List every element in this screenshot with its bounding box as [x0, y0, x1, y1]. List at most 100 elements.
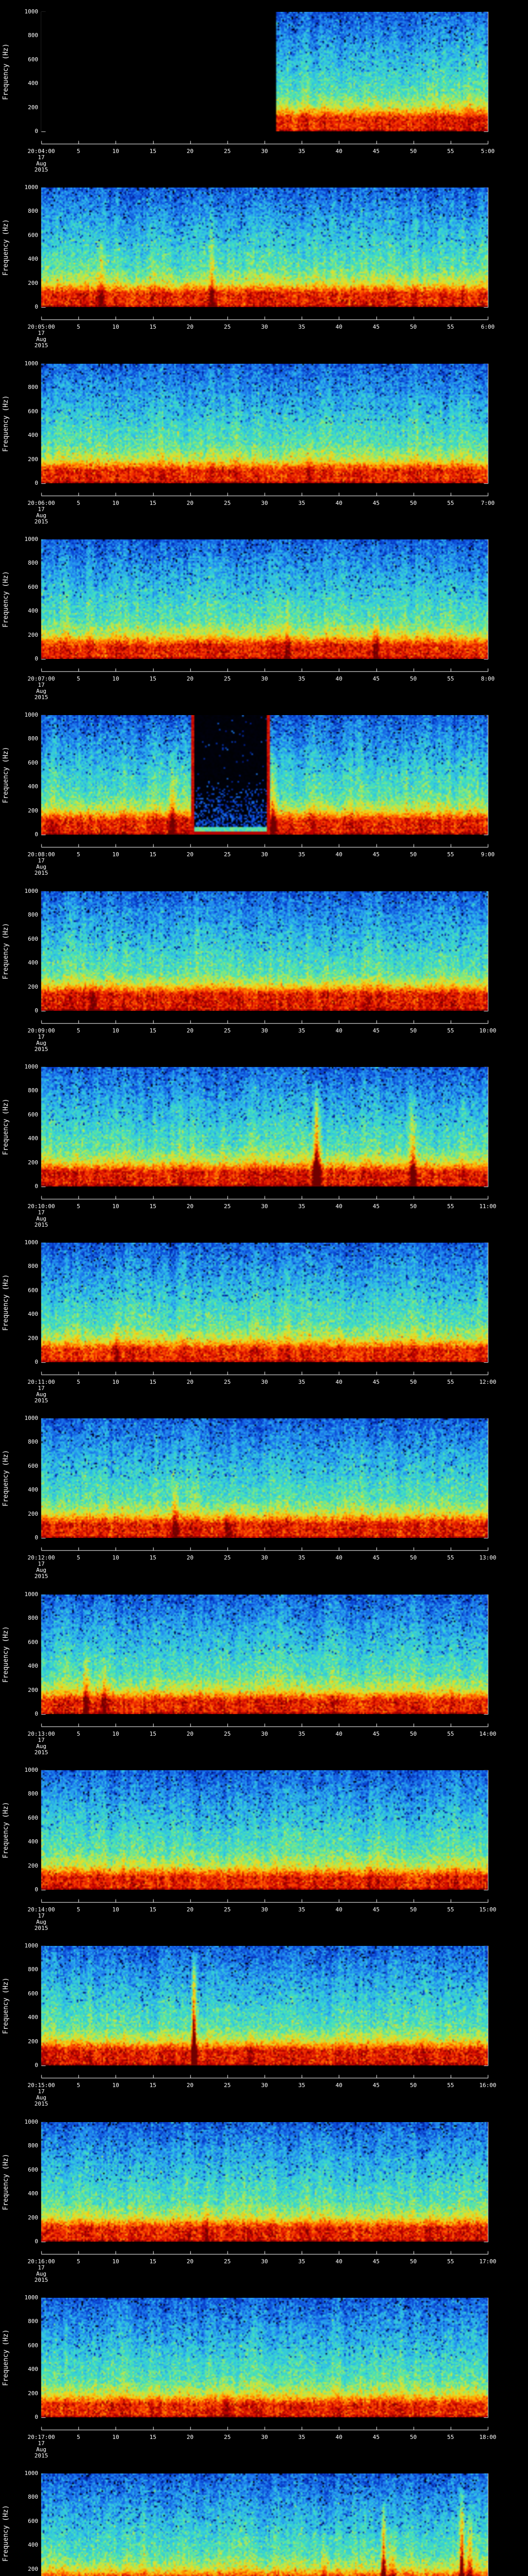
end-time-label: 18:00: [479, 2434, 497, 2441]
x-tick-label: 40: [335, 1906, 342, 1913]
end-time-label: 7:00: [481, 500, 495, 506]
y-tick-label: 600: [28, 1286, 38, 1294]
x-tick-label: 50: [410, 1906, 417, 1913]
spectrogram-panel: Frequency (Hz)10008006004002000510152025…: [0, 2462, 528, 2576]
x-tick-label: 10: [112, 1027, 119, 1034]
y-tick-label: 400: [28, 432, 38, 439]
x-tick-label: 55: [447, 1379, 454, 1385]
y-axis-label: Frequency (Hz): [2, 1977, 10, 2034]
y-axis-label: Frequency (Hz): [2, 1626, 10, 1683]
y-axis-label: Frequency (Hz): [2, 1802, 10, 1858]
x-tick-label: 55: [447, 675, 454, 682]
x-tick-label: 30: [261, 1379, 268, 1385]
x-tick-label: 35: [298, 851, 305, 858]
x-tick-label: 10: [112, 2082, 119, 2089]
y-tick-label: 1000: [24, 1942, 39, 1949]
x-tick-label: 20: [187, 500, 194, 506]
x-tick-label: 40: [335, 851, 342, 858]
date-label: 2015: [34, 1749, 48, 1756]
y-tick-label: 600: [28, 1111, 38, 1118]
x-tick-label: 25: [224, 1203, 231, 1210]
spectrogram-panel: Frequency (Hz)10008006004002000510152025…: [0, 1055, 528, 1231]
y-axis-label: Frequency (Hz): [2, 2154, 10, 2210]
spectrogram-canvas: [41, 715, 488, 835]
spectrogram-panel: Frequency (Hz)10008006004002000510152025…: [0, 352, 528, 528]
x-tick-label: 45: [372, 1906, 380, 1913]
x-tick-label: 50: [410, 1554, 417, 1561]
y-tick-label: 200: [28, 1510, 38, 1517]
x-tick-label: 45: [372, 2258, 380, 2265]
x-tick-label: 30: [261, 2258, 268, 2265]
spectrogram-panel: Frequency (Hz)10008006004002000510152025…: [0, 1934, 528, 2110]
x-tick-label: 35: [298, 2082, 305, 2089]
y-tick-label: 0: [35, 655, 38, 662]
x-tick-label: 35: [298, 1203, 305, 1210]
x-tick-label: 45: [372, 324, 380, 330]
y-axis-label: Frequency (Hz): [2, 1274, 10, 1331]
y-tick-label: 0: [35, 831, 38, 838]
y-tick-label: 400: [28, 1486, 38, 1494]
x-tick-label: 55: [447, 148, 454, 155]
y-tick-label: 400: [28, 2190, 38, 2197]
x-tick-label: 45: [372, 2434, 380, 2441]
y-tick-label: 800: [28, 1263, 38, 1270]
x-tick-label: 50: [410, 148, 417, 155]
x-tick-label: 40: [335, 1731, 342, 1737]
spectrogram-canvas: [41, 2473, 488, 2576]
y-tick-label: 800: [28, 2142, 38, 2149]
y-tick-label: 600: [28, 408, 38, 415]
x-tick-label: 20: [187, 675, 194, 682]
y-tick-label: 0: [35, 1183, 38, 1190]
y-axis-label: Frequency (Hz): [2, 571, 10, 628]
x-tick-label: 20: [187, 2434, 194, 2441]
x-tick-label: 10: [112, 851, 119, 858]
end-time-label: 8:00: [481, 675, 495, 682]
y-tick-label: 0: [35, 1534, 38, 1541]
date-label: 2015: [34, 166, 48, 173]
x-tick-label: 40: [335, 500, 342, 506]
y-tick-label: 200: [28, 1334, 38, 1342]
y-tick-label: 600: [28, 1638, 38, 1646]
date-label: 2015: [34, 1222, 48, 1228]
x-tick-label: 25: [224, 1027, 231, 1034]
x-tick-label: 25: [224, 2434, 231, 2441]
x-tick-label: 40: [335, 1203, 342, 1210]
y-tick-label: 400: [28, 2366, 38, 2373]
x-tick-label: 10: [112, 148, 119, 155]
spectrogram-canvas: [41, 188, 488, 307]
x-tick-label: 10: [112, 1554, 119, 1561]
end-time-label: 15:00: [479, 1906, 497, 1913]
x-tick-label: 50: [410, 2434, 417, 2441]
y-tick-label: 200: [28, 104, 38, 111]
y-tick-label: 800: [28, 384, 38, 391]
x-tick-label: 50: [410, 324, 417, 330]
date-label: 2015: [34, 1397, 48, 1404]
y-tick-label: 400: [28, 959, 38, 967]
y-axis-label: Frequency (Hz): [2, 219, 10, 276]
x-tick-label: 45: [372, 1027, 380, 1034]
x-tick-label: 50: [410, 851, 417, 858]
y-tick-label: 0: [35, 1886, 38, 1893]
x-tick-label: 20: [187, 1203, 194, 1210]
y-tick-label: 400: [28, 607, 38, 615]
y-tick-label: 400: [28, 1663, 38, 1670]
x-tick-label: 10: [112, 1379, 119, 1385]
date-label: 2015: [34, 1925, 48, 1931]
y-tick-label: 600: [28, 759, 38, 766]
y-tick-label: 800: [28, 911, 38, 919]
x-tick-label: 15: [149, 2258, 157, 2265]
x-tick-label: 35: [298, 1731, 305, 1737]
date-label: 2015: [34, 2277, 48, 2283]
x-tick-label: 40: [335, 1554, 342, 1561]
y-tick-label: 1000: [24, 1767, 39, 1773]
x-tick-label: 15: [149, 1027, 157, 1034]
x-tick-label: 30: [261, 1203, 268, 1210]
x-tick-label: 20: [187, 1027, 194, 1034]
y-tick-label: 600: [28, 2342, 38, 2349]
spectrogram-panel: Frequency (Hz)10008006004002000510152025…: [0, 1231, 528, 1406]
spectrogram-panel: Frequency (Hz)10008006004002000510152025…: [0, 879, 528, 1055]
date-label: 2015: [34, 342, 48, 349]
spectrogram-panel: Frequency (Hz)10008006004002000510152025…: [0, 2110, 528, 2286]
spectrogram-canvas: [41, 364, 488, 483]
x-tick-label: 25: [224, 1554, 231, 1561]
